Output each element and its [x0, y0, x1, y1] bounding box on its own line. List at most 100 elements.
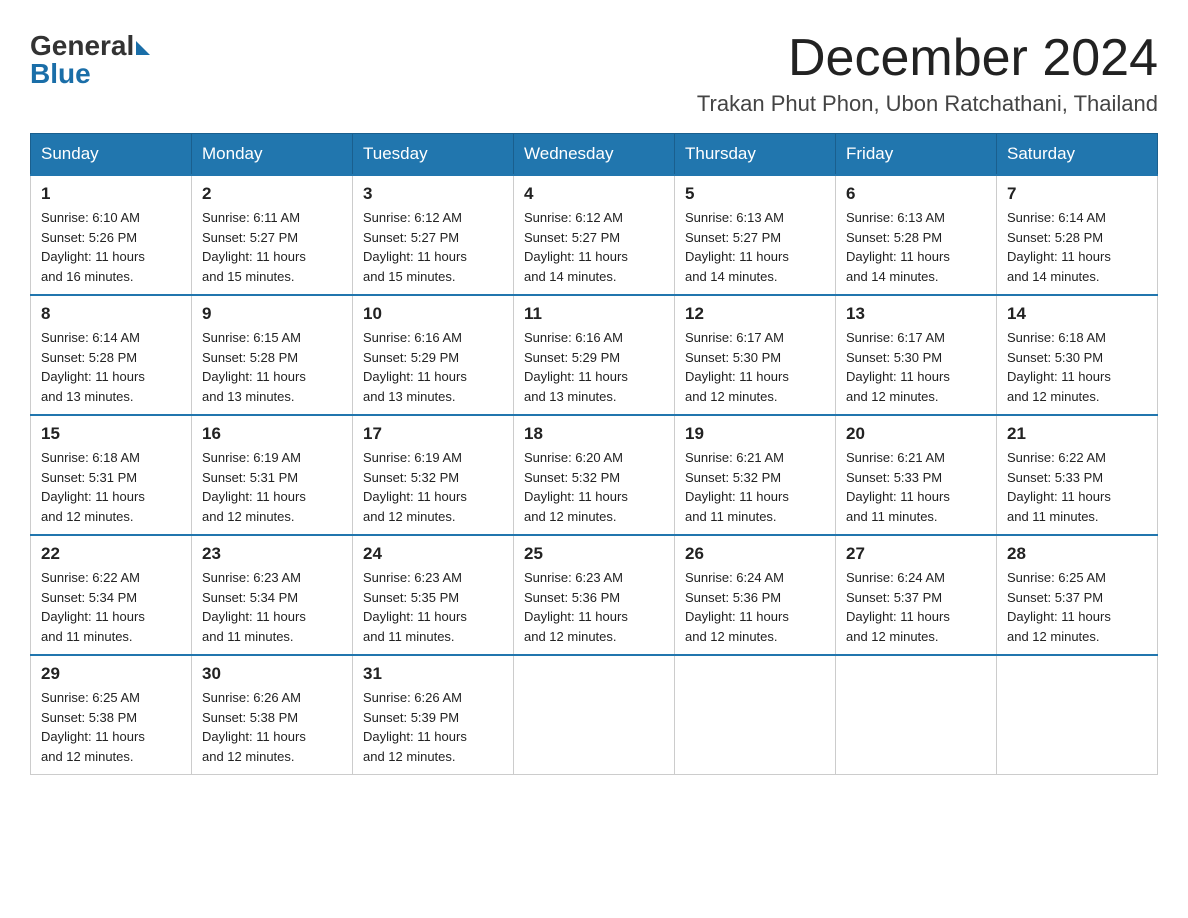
day-info: Sunrise: 6:23 AM Sunset: 5:34 PM Dayligh… — [202, 568, 342, 646]
day-info: Sunrise: 6:24 AM Sunset: 5:37 PM Dayligh… — [846, 568, 986, 646]
calendar-cell — [836, 655, 997, 775]
day-number: 29 — [41, 664, 181, 684]
calendar-cell: 19 Sunrise: 6:21 AM Sunset: 5:32 PM Dayli… — [675, 415, 836, 535]
day-info: Sunrise: 6:12 AM Sunset: 5:27 PM Dayligh… — [524, 208, 664, 286]
title-block: December 2024 Trakan Phut Phon, Ubon Rat… — [697, 30, 1158, 117]
calendar-cell: 25Sunrise: 6:23 AM Sunset: 5:36 PM Dayli… — [514, 535, 675, 655]
calendar-cell: 9 Sunrise: 6:15 AM Sunset: 5:28 PM Daylig… — [192, 295, 353, 415]
day-number: 10 — [363, 304, 503, 324]
calendar-cell: 8 Sunrise: 6:14 AM Sunset: 5:28 PM Daylig… — [31, 295, 192, 415]
day-number: 1 — [41, 184, 181, 204]
weekday-header-row: SundayMondayTuesdayWednesdayThursdayFrid… — [31, 134, 1158, 176]
day-number: 8 — [41, 304, 181, 324]
calendar-cell: 22 Sunrise: 6:22 AM Sunset: 5:34 PM Dayli… — [31, 535, 192, 655]
weekday-header-tuesday: Tuesday — [353, 134, 514, 176]
day-number: 21 — [1007, 424, 1147, 444]
day-number: 2 — [202, 184, 342, 204]
day-number: 12 — [685, 304, 825, 324]
day-number: 24 — [363, 544, 503, 564]
day-number: 23 — [202, 544, 342, 564]
week-row-2: 8 Sunrise: 6:14 AM Sunset: 5:28 PM Daylig… — [31, 295, 1158, 415]
calendar-cell: 5 Sunrise: 6:13 AM Sunset: 5:27 PM Daylig… — [675, 175, 836, 295]
day-info: Sunrise: 6:18 AM Sunset: 5:30 PM Dayligh… — [1007, 328, 1147, 406]
day-info: Sunrise: 6:26 AM Sunset: 5:39 PM Dayligh… — [363, 688, 503, 766]
day-info: Sunrise: 6:19 AM Sunset: 5:31 PM Dayligh… — [202, 448, 342, 526]
day-info: Sunrise: 6:20 AM Sunset: 5:32 PM Dayligh… — [524, 448, 664, 526]
calendar-cell: 4 Sunrise: 6:12 AM Sunset: 5:27 PM Daylig… — [514, 175, 675, 295]
week-row-3: 15 Sunrise: 6:18 AM Sunset: 5:31 PM Dayli… — [31, 415, 1158, 535]
weekday-header-monday: Monday — [192, 134, 353, 176]
page-header: General Blue December 2024 Trakan Phut P… — [30, 30, 1158, 117]
day-number: 27 — [846, 544, 986, 564]
calendar-cell: 20Sunrise: 6:21 AM Sunset: 5:33 PM Dayli… — [836, 415, 997, 535]
calendar-cell: 10 Sunrise: 6:16 AM Sunset: 5:29 PM Dayli… — [353, 295, 514, 415]
day-info: Sunrise: 6:10 AM Sunset: 5:26 PM Dayligh… — [41, 208, 181, 286]
day-number: 5 — [685, 184, 825, 204]
day-number: 15 — [41, 424, 181, 444]
week-row-5: 29 Sunrise: 6:25 AM Sunset: 5:38 PM Dayli… — [31, 655, 1158, 775]
calendar-cell: 26 Sunrise: 6:24 AM Sunset: 5:36 PM Dayli… — [675, 535, 836, 655]
day-number: 18 — [524, 424, 664, 444]
calendar-cell: 17 Sunrise: 6:19 AM Sunset: 5:32 PM Dayli… — [353, 415, 514, 535]
day-info: Sunrise: 6:21 AM Sunset: 5:33 PM Dayligh… — [846, 448, 986, 526]
day-info: Sunrise: 6:17 AM Sunset: 5:30 PM Dayligh… — [685, 328, 825, 406]
day-number: 7 — [1007, 184, 1147, 204]
week-row-1: 1 Sunrise: 6:10 AM Sunset: 5:26 PM Daylig… — [31, 175, 1158, 295]
day-number: 11 — [524, 304, 664, 324]
day-info: Sunrise: 6:25 AM Sunset: 5:38 PM Dayligh… — [41, 688, 181, 766]
calendar-cell: 18 Sunrise: 6:20 AM Sunset: 5:32 PM Dayli… — [514, 415, 675, 535]
day-number: 31 — [363, 664, 503, 684]
day-number: 13 — [846, 304, 986, 324]
day-number: 14 — [1007, 304, 1147, 324]
day-info: Sunrise: 6:14 AM Sunset: 5:28 PM Dayligh… — [41, 328, 181, 406]
day-info: Sunrise: 6:15 AM Sunset: 5:28 PM Dayligh… — [202, 328, 342, 406]
calendar-cell: 16 Sunrise: 6:19 AM Sunset: 5:31 PM Dayli… — [192, 415, 353, 535]
day-info: Sunrise: 6:14 AM Sunset: 5:28 PM Dayligh… — [1007, 208, 1147, 286]
calendar-cell — [997, 655, 1158, 775]
calendar-cell: 7 Sunrise: 6:14 AM Sunset: 5:28 PM Daylig… — [997, 175, 1158, 295]
day-info: Sunrise: 6:23 AM Sunset: 5:35 PM Dayligh… — [363, 568, 503, 646]
calendar-cell: 28Sunrise: 6:25 AM Sunset: 5:37 PM Dayli… — [997, 535, 1158, 655]
day-info: Sunrise: 6:13 AM Sunset: 5:27 PM Dayligh… — [685, 208, 825, 286]
calendar-cell: 2 Sunrise: 6:11 AM Sunset: 5:27 PM Daylig… — [192, 175, 353, 295]
calendar-cell: 29 Sunrise: 6:25 AM Sunset: 5:38 PM Dayli… — [31, 655, 192, 775]
logo-arrow-icon — [136, 41, 150, 55]
calendar-cell: 1 Sunrise: 6:10 AM Sunset: 5:26 PM Daylig… — [31, 175, 192, 295]
day-number: 26 — [685, 544, 825, 564]
weekday-header-thursday: Thursday — [675, 134, 836, 176]
calendar-header: SundayMondayTuesdayWednesdayThursdayFrid… — [31, 134, 1158, 176]
calendar-cell: 11 Sunrise: 6:16 AM Sunset: 5:29 PM Dayli… — [514, 295, 675, 415]
day-info: Sunrise: 6:21 AM Sunset: 5:32 PM Dayligh… — [685, 448, 825, 526]
day-number: 22 — [41, 544, 181, 564]
calendar-cell: 23 Sunrise: 6:23 AM Sunset: 5:34 PM Dayli… — [192, 535, 353, 655]
calendar-cell: 12 Sunrise: 6:17 AM Sunset: 5:30 PM Dayli… — [675, 295, 836, 415]
day-info: Sunrise: 6:18 AM Sunset: 5:31 PM Dayligh… — [41, 448, 181, 526]
day-info: Sunrise: 6:24 AM Sunset: 5:36 PM Dayligh… — [685, 568, 825, 646]
day-info: Sunrise: 6:11 AM Sunset: 5:27 PM Dayligh… — [202, 208, 342, 286]
day-info: Sunrise: 6:22 AM Sunset: 5:34 PM Dayligh… — [41, 568, 181, 646]
calendar-cell: 15 Sunrise: 6:18 AM Sunset: 5:31 PM Dayli… — [31, 415, 192, 535]
day-number: 4 — [524, 184, 664, 204]
logo-blue: Blue — [30, 58, 91, 90]
day-info: Sunrise: 6:13 AM Sunset: 5:28 PM Dayligh… — [846, 208, 986, 286]
day-info: Sunrise: 6:16 AM Sunset: 5:29 PM Dayligh… — [524, 328, 664, 406]
day-info: Sunrise: 6:26 AM Sunset: 5:38 PM Dayligh… — [202, 688, 342, 766]
calendar-body: 1 Sunrise: 6:10 AM Sunset: 5:26 PM Daylig… — [31, 175, 1158, 775]
day-info: Sunrise: 6:19 AM Sunset: 5:32 PM Dayligh… — [363, 448, 503, 526]
calendar-table: SundayMondayTuesdayWednesdayThursdayFrid… — [30, 133, 1158, 775]
day-number: 3 — [363, 184, 503, 204]
calendar-cell — [675, 655, 836, 775]
day-number: 17 — [363, 424, 503, 444]
calendar-cell: 6Sunrise: 6:13 AM Sunset: 5:28 PM Daylig… — [836, 175, 997, 295]
calendar-cell: 13Sunrise: 6:17 AM Sunset: 5:30 PM Dayli… — [836, 295, 997, 415]
location-title: Trakan Phut Phon, Ubon Ratchathani, Thai… — [697, 91, 1158, 117]
calendar-cell: 30Sunrise: 6:26 AM Sunset: 5:38 PM Dayli… — [192, 655, 353, 775]
day-number: 19 — [685, 424, 825, 444]
day-info: Sunrise: 6:23 AM Sunset: 5:36 PM Dayligh… — [524, 568, 664, 646]
logo: General Blue — [30, 30, 150, 90]
day-number: 16 — [202, 424, 342, 444]
calendar-cell: 31 Sunrise: 6:26 AM Sunset: 5:39 PM Dayli… — [353, 655, 514, 775]
day-number: 9 — [202, 304, 342, 324]
day-info: Sunrise: 6:16 AM Sunset: 5:29 PM Dayligh… — [363, 328, 503, 406]
day-info: Sunrise: 6:22 AM Sunset: 5:33 PM Dayligh… — [1007, 448, 1147, 526]
